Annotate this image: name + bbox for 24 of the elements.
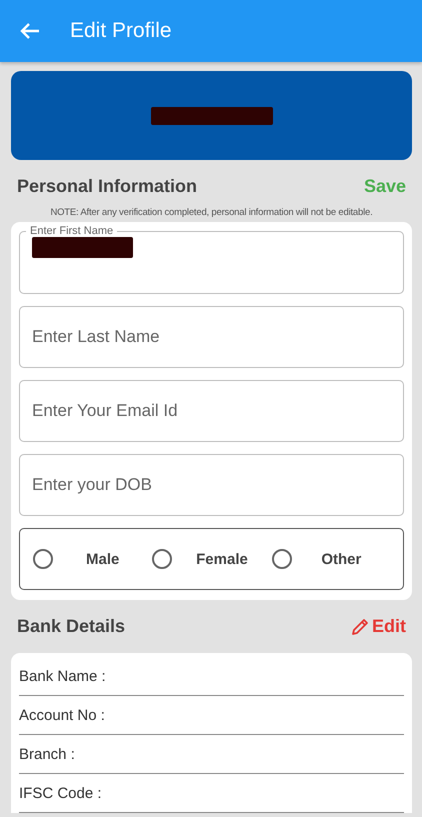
screen-title: Edit Profile bbox=[70, 19, 172, 43]
field-label: Enter First Name bbox=[29, 225, 114, 237]
first-name-field[interactable]: Enter First Name bbox=[19, 225, 404, 294]
note-text: NOTE: After any verification completed, personal information will not be editable. bbox=[49, 207, 374, 218]
section-heading: Bank Details bbox=[17, 616, 126, 637]
radio-button[interactable] bbox=[152, 549, 172, 569]
back-button[interactable] bbox=[20, 22, 40, 40]
save-button[interactable]: Save bbox=[364, 176, 406, 197]
radio-button[interactable] bbox=[33, 549, 53, 569]
bank-field-label: Account No : bbox=[19, 706, 105, 724]
input-field[interactable]: Enter your DOB bbox=[19, 454, 404, 516]
edit-button[interactable]: Edit bbox=[350, 616, 406, 637]
input-field[interactable]: Enter Last Name bbox=[19, 306, 404, 368]
bank-field-label: Bank Name : bbox=[19, 668, 106, 684]
bank-field-label: Branch : bbox=[19, 746, 75, 762]
radio-label: Female bbox=[195, 550, 249, 568]
pencil-icon bbox=[350, 616, 370, 636]
radio-label: Male bbox=[84, 550, 120, 568]
input-field[interactable]: Enter Your Email Id bbox=[19, 380, 404, 442]
radio-button[interactable] bbox=[272, 549, 292, 569]
section-heading: Personal Information bbox=[17, 176, 198, 197]
back-arrow-icon bbox=[20, 22, 40, 40]
radio-label: Other bbox=[320, 550, 362, 568]
bank-field-label: IFSC Code : bbox=[19, 784, 102, 802]
